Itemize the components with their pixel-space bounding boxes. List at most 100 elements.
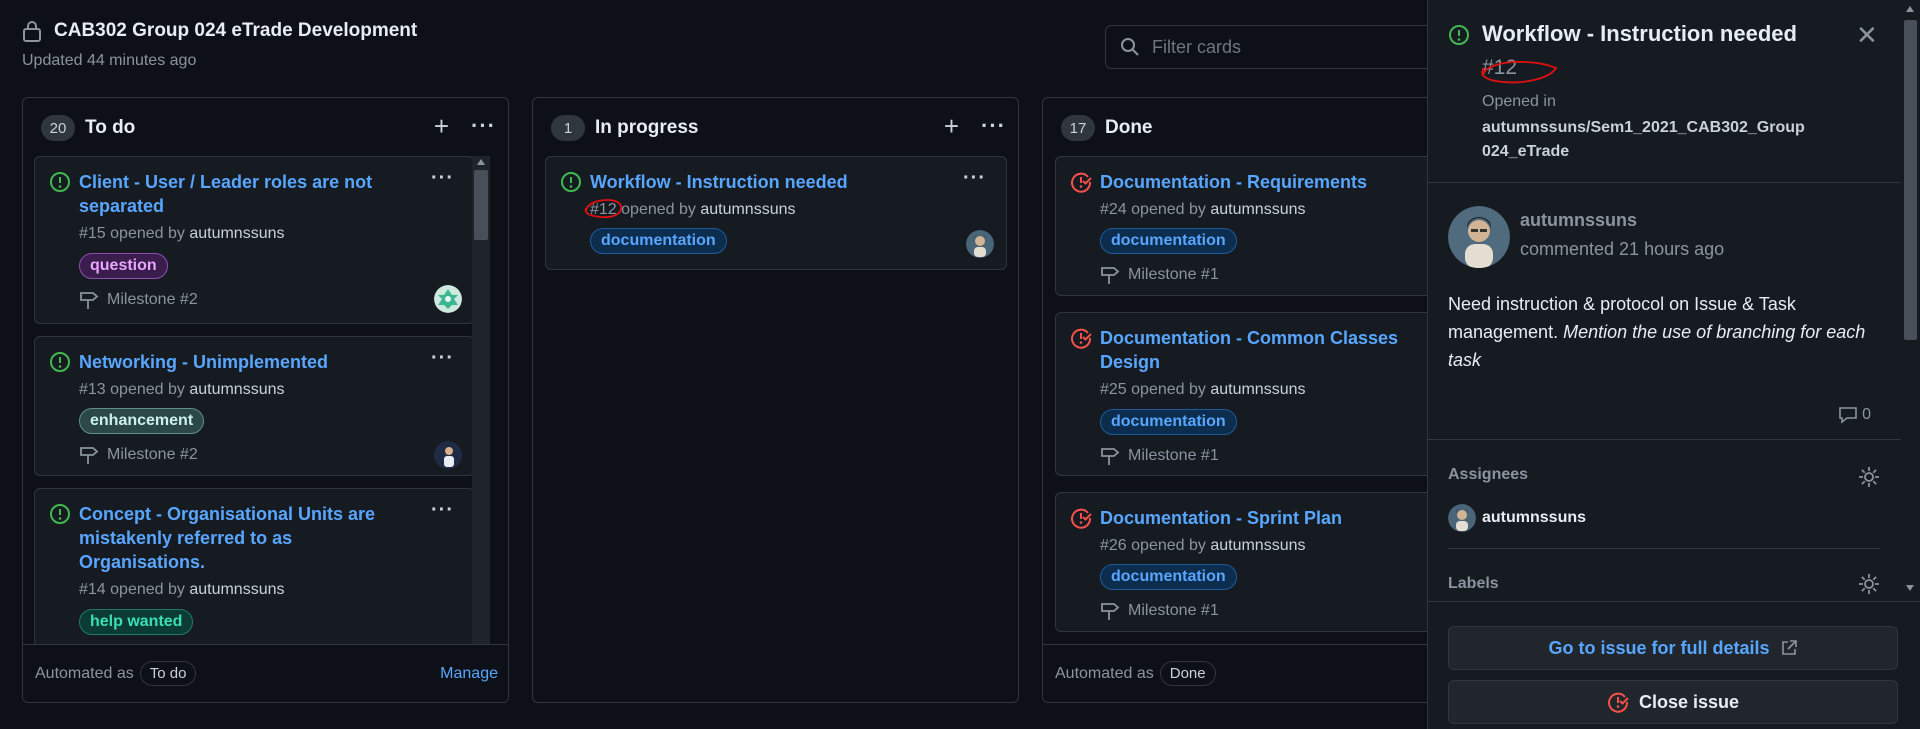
card-author[interactable]: autumnssuns bbox=[1210, 201, 1305, 218]
card-title[interactable]: Concept - Organisational Units are mista… bbox=[79, 502, 399, 574]
column-to-do: 20 To do + ··· Client - User / Leader ro… bbox=[22, 97, 509, 703]
column-count: 1 bbox=[551, 115, 585, 141]
card-author[interactable]: autumnssuns bbox=[189, 225, 284, 242]
card-title[interactable]: Workflow - Instruction needed bbox=[590, 170, 848, 194]
assignee[interactable]: autumnssuns bbox=[1448, 504, 1880, 532]
panel-footer: Go to issue for full details Close issue bbox=[1428, 601, 1920, 729]
gear-icon[interactable] bbox=[1858, 466, 1880, 488]
filter-cards-input[interactable] bbox=[1152, 36, 1412, 58]
gear-icon[interactable] bbox=[1858, 573, 1880, 595]
card-title[interactable]: Networking - Unimplemented bbox=[79, 350, 419, 374]
labels-section: Labels bbox=[1448, 573, 1880, 595]
avatar bbox=[966, 230, 994, 258]
kebab-icon[interactable]: ··· bbox=[963, 168, 986, 188]
issue-card[interactable]: Documentation - Common Classes Design #2… bbox=[1055, 312, 1431, 476]
kebab-icon[interactable]: ··· bbox=[471, 115, 496, 137]
manage-link[interactable]: Manage bbox=[440, 665, 498, 683]
column-footer: Automated as Done bbox=[1043, 644, 1431, 702]
comment-body: Need instruction & protocol on Issue & T… bbox=[1448, 290, 1868, 374]
plus-icon[interactable]: + bbox=[434, 113, 449, 139]
scroll-up-icon[interactable] bbox=[477, 159, 485, 165]
card-author[interactable]: autumnssuns bbox=[1210, 381, 1305, 398]
card-number: #14 opened by bbox=[79, 581, 185, 598]
scroll-thumb[interactable] bbox=[1904, 20, 1917, 340]
assignee-name: autumnssuns bbox=[1482, 509, 1587, 526]
automated-value: To do bbox=[139, 661, 197, 686]
label-enhancement[interactable]: enhancement bbox=[79, 408, 205, 434]
lock-icon bbox=[23, 21, 41, 42]
panel-title: Workflow - Instruction needed bbox=[1482, 21, 1797, 46]
issue-card[interactable]: Client - User / Leader roles are not sep… bbox=[34, 156, 475, 324]
scroll-thumb[interactable] bbox=[474, 170, 488, 240]
kebab-icon[interactable]: ··· bbox=[431, 168, 454, 188]
card-milestone[interactable]: Milestone #1 bbox=[1100, 446, 1219, 466]
automated-label: Automated as bbox=[1055, 664, 1154, 682]
milestone-icon bbox=[80, 447, 99, 464]
comment-count[interactable]: 0 bbox=[1838, 406, 1871, 424]
card-milestone[interactable]: Milestone #1 bbox=[1100, 265, 1219, 285]
kebab-icon[interactable]: ··· bbox=[431, 500, 454, 520]
card-author[interactable]: autumnssuns bbox=[189, 381, 284, 398]
card-number: #26 opened by bbox=[1100, 537, 1206, 554]
milestone-icon bbox=[1101, 267, 1120, 284]
comment-author[interactable]: autumnssuns bbox=[1520, 210, 1637, 231]
project-updated: Updated 44 minutes ago bbox=[22, 52, 197, 69]
issue-card[interactable]: Workflow - Instruction needed ··· #12 op… bbox=[545, 156, 1007, 270]
assignees-section: Assignees autumnssuns bbox=[1448, 466, 1880, 532]
card-milestone[interactable]: Milestone #2 bbox=[79, 445, 198, 465]
card-title[interactable]: Documentation - Common Classes Design bbox=[1100, 326, 1430, 374]
label-question[interactable]: question bbox=[79, 253, 168, 279]
project-board: CAB302 Group 024 eTrade Development Upda… bbox=[0, 0, 1920, 729]
issue-open-icon bbox=[50, 504, 70, 524]
panel-issue-number: #12 bbox=[1482, 56, 1518, 79]
card-title[interactable]: Documentation - Sprint Plan bbox=[1100, 506, 1342, 530]
assignees-title: Assignees bbox=[1448, 466, 1529, 483]
label-help-wanted[interactable]: help wanted bbox=[79, 609, 194, 635]
issue-open-icon bbox=[561, 172, 581, 192]
label-documentation[interactable]: documentation bbox=[1100, 409, 1237, 435]
issue-card[interactable]: Networking - Unimplemented ··· #13 opene… bbox=[34, 336, 475, 476]
card-number: #12 opened by bbox=[590, 201, 696, 218]
issue-card[interactable]: Documentation - Sprint Plan #26 opened b… bbox=[1055, 492, 1431, 632]
card-number: #13 opened by bbox=[79, 381, 185, 398]
card-title[interactable]: Documentation - Requirements bbox=[1100, 170, 1367, 194]
label-documentation[interactable]: documentation bbox=[590, 228, 727, 254]
issue-detail-panel: Workflow - Instruction needed ✕ #12 Open… bbox=[1427, 0, 1920, 729]
panel-repo-link[interactable]: autumnssuns/Sem1_2021_CAB302_Group024_eT… bbox=[1482, 116, 1812, 164]
card-author[interactable]: autumnssuns bbox=[1210, 537, 1305, 554]
plus-icon[interactable]: + bbox=[944, 113, 959, 139]
card-title[interactable]: Client - User / Leader roles are not sep… bbox=[79, 170, 419, 218]
kebab-icon[interactable]: ··· bbox=[981, 115, 1006, 137]
column-count: 17 bbox=[1061, 115, 1095, 141]
scroll-down-icon[interactable] bbox=[1906, 585, 1914, 591]
go-to-issue-button[interactable]: Go to issue for full details bbox=[1448, 626, 1898, 670]
label-documentation[interactable]: documentation bbox=[1100, 228, 1237, 254]
card-meta: #12 opened by autumnssuns bbox=[590, 201, 796, 219]
column-title: In progress bbox=[595, 117, 699, 138]
close-issue-button[interactable]: Close issue bbox=[1448, 680, 1898, 724]
issue-card[interactable]: Concept - Organisational Units are mista… bbox=[34, 488, 475, 648]
close-icon[interactable]: ✕ bbox=[1856, 22, 1878, 48]
scroll-up-icon[interactable] bbox=[1906, 6, 1914, 12]
column-scrollbar[interactable] bbox=[472, 156, 490, 654]
automated-value: Done bbox=[1159, 661, 1216, 686]
filter-cards-field[interactable] bbox=[1105, 25, 1435, 69]
card-milestone[interactable]: Milestone #2 bbox=[79, 290, 198, 310]
milestone-label: Milestone #1 bbox=[1128, 266, 1219, 283]
panel-scrollbar[interactable] bbox=[1901, 0, 1920, 600]
label-documentation[interactable]: documentation bbox=[1100, 564, 1237, 590]
card-milestone[interactable]: Milestone #1 bbox=[1100, 601, 1219, 621]
close-issue-label: Close issue bbox=[1638, 691, 1740, 712]
card-author[interactable]: autumnssuns bbox=[700, 201, 795, 218]
project-title: CAB302 Group 024 eTrade Development bbox=[54, 20, 418, 41]
kebab-icon[interactable]: ··· bbox=[431, 348, 454, 368]
milestone-icon bbox=[80, 292, 99, 309]
comment-count-value: 0 bbox=[1862, 406, 1871, 423]
avatar bbox=[1448, 504, 1476, 532]
milestone-label: Milestone #2 bbox=[107, 291, 198, 308]
column-in-progress: 1 In progress + ··· Workflow - Instructi… bbox=[532, 97, 1019, 703]
divider bbox=[1448, 548, 1880, 549]
panel-opened-in: Opened in bbox=[1482, 93, 1556, 110]
card-author[interactable]: autumnssuns bbox=[189, 581, 284, 598]
issue-card[interactable]: Documentation - Requirements #24 opened … bbox=[1055, 156, 1431, 296]
